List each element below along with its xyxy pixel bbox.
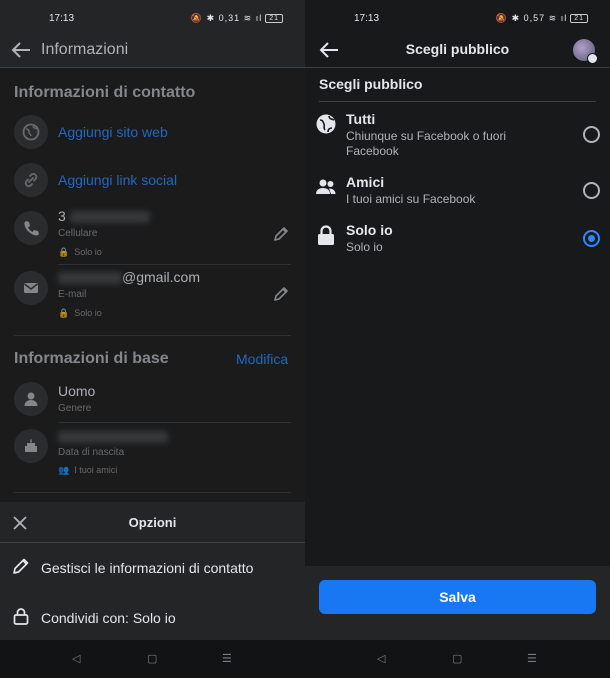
audience-option-friends[interactable]: Amici I tuoi amici su Facebook: [305, 174, 610, 210]
option-label: Condividi con: Solo io: [41, 610, 176, 626]
header: Informazioni: [0, 31, 305, 68]
nav-home-icon[interactable]: ▢: [452, 652, 462, 665]
option-description: Solo io: [346, 240, 383, 254]
section-title: Scegli pubblico: [319, 76, 423, 92]
options-sheet: Opzioni Gestisci le informazioni di cont…: [0, 502, 305, 640]
header: Scegli pubblico: [305, 31, 610, 68]
page-title: Informazioni: [41, 41, 129, 58]
divider: [319, 101, 596, 102]
manage-contact-info-option[interactable]: Gestisci le informazioni di contatto: [0, 548, 305, 588]
footer: Salva: [305, 566, 610, 640]
audience-option-public[interactable]: Tutti Chiunque su Facebook o fuori Faceb…: [305, 111, 610, 163]
divider: [0, 542, 305, 543]
friends-icon: [316, 179, 336, 194]
lock-icon: [13, 608, 29, 625]
lock-icon: [318, 225, 334, 245]
system-nav-bar: ◁ ▢ ☰: [305, 640, 610, 678]
option-title: Tutti: [346, 111, 376, 127]
avatar[interactable]: [573, 39, 598, 64]
nav-back-icon[interactable]: ◁: [377, 652, 385, 665]
nav-back-icon[interactable]: ◁: [72, 652, 80, 665]
nav-menu-icon[interactable]: ☰: [222, 652, 232, 665]
share-with-option[interactable]: Condividi con: Solo io: [0, 598, 305, 638]
option-title: Solo io: [346, 222, 393, 238]
option-description: I tuoi amici su Facebook: [346, 192, 476, 206]
pencil-icon: [13, 558, 29, 574]
battery-icon: 21: [265, 14, 283, 24]
status-time: 17:13: [354, 13, 380, 24]
page-title: Scegli pubblico: [405, 41, 510, 57]
audience-screen: 17:13 🔕 ✱ 0,57 ≋ ıl 21 Scegli pubblico Sc…: [305, 0, 610, 678]
back-arrow-icon[interactable]: [10, 40, 32, 60]
info-screen: 17:13 🔕 ✱ 0,31 ≋ ıl 21 Informazioni Infor…: [0, 0, 305, 678]
sheet-title: Opzioni: [128, 515, 177, 530]
audience-option-only-me[interactable]: Solo io Solo io: [305, 222, 610, 258]
status-bar: 17:13 🔕 ✱ 0,57 ≋ ıl 21: [305, 0, 610, 31]
modal-backdrop[interactable]: [0, 68, 305, 502]
chevron-down-icon: [587, 53, 598, 64]
status-icons: 🔕 ✱ 0,31 ≋ ıl 21: [191, 13, 283, 24]
option-label: Gestisci le informazioni di contatto: [41, 560, 254, 576]
nav-home-icon[interactable]: ▢: [147, 652, 157, 665]
system-nav-bar: ◁ ▢ ☰: [0, 640, 305, 678]
option-description: Chiunque su Facebook o fuori Facebook: [346, 129, 507, 158]
option-title: Amici: [346, 174, 385, 190]
status-time: 17:13: [49, 13, 75, 24]
radio-button[interactable]: [583, 126, 600, 143]
radio-button-selected[interactable]: [583, 230, 600, 247]
battery-icon: 21: [570, 14, 588, 24]
status-icons: 🔕 ✱ 0,57 ≋ ıl 21: [496, 13, 588, 24]
nav-menu-icon[interactable]: ☰: [527, 652, 537, 665]
status-bar: 17:13 🔕 ✱ 0,31 ≋ ıl 21: [0, 0, 305, 31]
radio-button[interactable]: [583, 182, 600, 199]
globe-icon: [316, 114, 336, 134]
save-button[interactable]: Salva: [319, 580, 596, 614]
